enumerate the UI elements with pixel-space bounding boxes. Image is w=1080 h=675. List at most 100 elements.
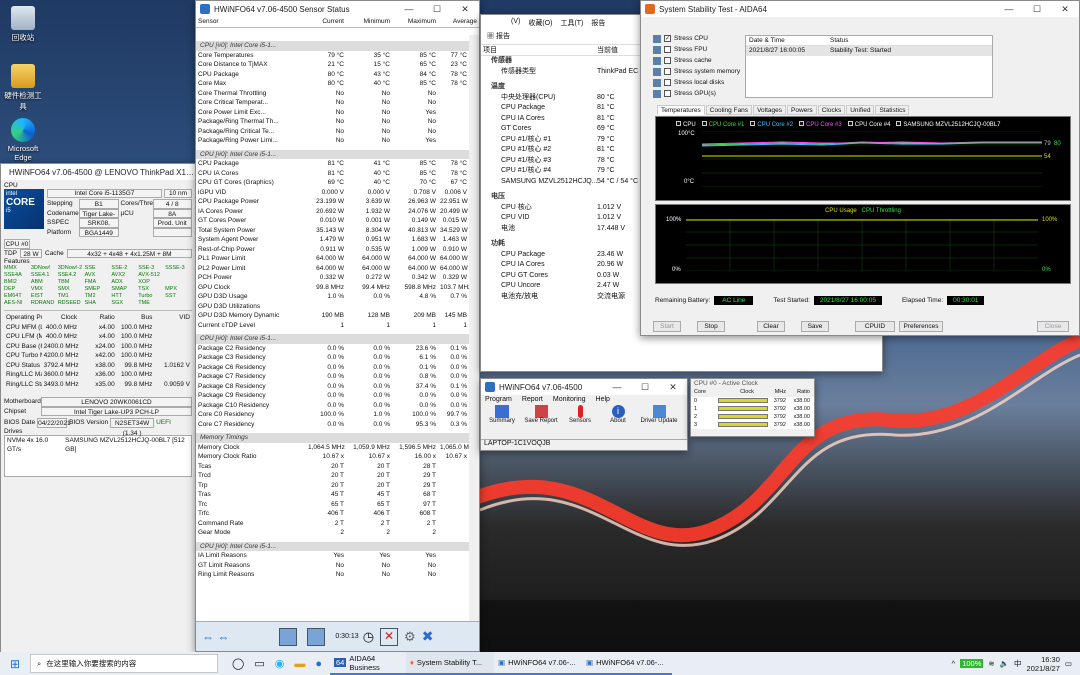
- sensor-row[interactable]: PCH Power 0.332 W 0.272 W 0.342 W 0.329 W: [196, 273, 469, 283]
- col-item[interactable]: 项目: [483, 45, 597, 55]
- maximize-button[interactable]: ☐: [1023, 4, 1051, 15]
- sensor-row[interactable]: CPU Package 80 °C 43 °C 84 °C 78 °C: [196, 70, 469, 80]
- cpuid-button[interactable]: CPUID: [855, 321, 895, 332]
- menu-tools[interactable]: 工具(T): [560, 18, 583, 27]
- legend-checkbox[interactable]: [701, 121, 707, 126]
- task-view-icon[interactable]: ◯: [232, 657, 244, 670]
- legend-checkbox[interactable]: [896, 121, 902, 126]
- graph-tab[interactable]: Clocks: [817, 105, 846, 115]
- network-icon[interactable]: [279, 627, 298, 646]
- sensor-row[interactable]: Package/Ring Thermal Th... No No No: [196, 117, 469, 127]
- sensor-row[interactable]: Trcd 20 T 20 T 29 T: [196, 471, 469, 481]
- graph-tab[interactable]: Statistics: [875, 105, 910, 115]
- sensor-row[interactable]: Package C2 Residency 0.0 % 0.0 % 23.6 % 0.1 …: [196, 344, 469, 354]
- sensor-row[interactable]: Core C7 Residency 0.0 % 0.0 % 95.3 % 0.3 %: [196, 420, 469, 430]
- sensor-row[interactable]: Gear Mode 2 2 2: [196, 528, 469, 538]
- sensor-row[interactable]: Package C6 Residency 0.0 % 0.0 % 0.1 % 0.0 %: [196, 363, 469, 373]
- taskbar-hwinfo-1[interactable]: ▣ HWiNFO64 v7.06-...: [493, 652, 582, 675]
- stress-option[interactable]: ✓ Stress CPU: [653, 33, 740, 44]
- col-average[interactable]: Average: [438, 17, 479, 27]
- explorer-icon[interactable]: ▬: [294, 658, 305, 670]
- sensor-row[interactable]: Package C3 Residency 0.0 % 0.0 % 6.1 % 0.0 %: [196, 353, 469, 363]
- sensor-row[interactable]: IA Limit Reasons Yes Yes Yes: [196, 551, 469, 561]
- sensor-row[interactable]: CPU Package 81 °C 41 °C 85 °C 78 °C: [196, 159, 469, 169]
- legend-checkbox[interactable]: [750, 121, 756, 126]
- sensor-titlebar[interactable]: HWiNFO64 v7.06-4500 Sensor Status — ☐ ✕: [196, 1, 479, 17]
- legend-item[interactable]: CPU: [676, 121, 696, 128]
- minimize-button[interactable]: —: [603, 382, 631, 392]
- taskbar-search[interactable]: ⌕ 在这里输入你要搜索的内容: [30, 654, 218, 673]
- sensor-row[interactable]: Tras 45 T 45 T 68 T: [196, 490, 469, 500]
- taskbar-clock[interactable]: 16:30 2021/8/27: [1027, 655, 1060, 673]
- clear-button[interactable]: Clear: [757, 321, 785, 332]
- sensor-row[interactable]: CPU IA Cores 81 °C 40 °C 85 °C 78 °C: [196, 169, 469, 179]
- stop-button[interactable]: Stop: [697, 321, 725, 332]
- about-button[interactable]: i About: [599, 405, 637, 424]
- log-col-status[interactable]: Status: [830, 36, 848, 45]
- sensor-row[interactable]: Package C10 Residency 0.0 % 0.0 % 0.0 % 0.0 …: [196, 401, 469, 411]
- sensor-row[interactable]: Ring Limit Reasons No No No: [196, 570, 469, 580]
- desktop-icon-hw-tool[interactable]: 硬件检测工具: [4, 64, 42, 112]
- menu-program[interactable]: Program: [485, 396, 512, 403]
- clock-icon[interactable]: ◷: [363, 629, 374, 645]
- stress-option[interactable]: Stress system memory: [653, 66, 740, 77]
- sensor-row[interactable]: Core C0 Residency 100.0 % 1.0 % 100.0 % 99.7…: [196, 410, 469, 420]
- sensor-row[interactable]: GT Cores Power 0.010 W 0.001 W 0.149 W 0.015…: [196, 216, 469, 226]
- hwinfo-main-titlebar[interactable]: HWiNFO64 v7.06-4500 @ LENOVO ThinkPad X1…: [1, 164, 195, 180]
- legend-checkbox[interactable]: [847, 121, 853, 126]
- sensor-row[interactable]: GPU D3D Memory Dynamic 190 MB 128 MB 209 MB…: [196, 311, 469, 321]
- checkbox[interactable]: [664, 90, 671, 97]
- graph-tab[interactable]: Unified: [846, 105, 875, 115]
- sensor-row[interactable]: CPU GT Cores (Graphics) 69 °C 40 °C 70 °C 67…: [196, 178, 469, 188]
- summary-button[interactable]: Summary: [483, 405, 521, 424]
- sensor-row[interactable]: Total System Power 35.143 W 8.304 W 40.813 …: [196, 226, 469, 236]
- sensor-row[interactable]: Package C9 Residency 0.0 % 0.0 % 0.0 % 0.0 %: [196, 391, 469, 401]
- settings-icon[interactable]: ⚙: [404, 629, 416, 645]
- sensor-list[interactable]: CPU [#0]: Intel Core i5-1... Core Tempera…: [196, 41, 469, 621]
- sensor-row[interactable]: Tcas 20 T 20 T 28 T: [196, 462, 469, 472]
- reset-icon[interactable]: ✕: [380, 627, 399, 646]
- sensor-group-row[interactable]: CPU [#0]: Intel Core i5-1...: [196, 149, 469, 159]
- lenovo-icon[interactable]: ●: [315, 658, 322, 670]
- stability-log[interactable]: Date & Time Status 2021/8/27 16:00:05 Stab…: [745, 35, 993, 98]
- hwinfo-small-titlebar[interactable]: HWiNFO64 v7.06-4500 — ☐ ✕: [481, 379, 687, 395]
- close-button[interactable]: ✕: [659, 382, 687, 393]
- sensor-row[interactable]: Package/Ring Critical Te... No No No: [196, 127, 469, 137]
- checkbox[interactable]: [664, 79, 671, 86]
- taskbar-stability[interactable]: ♦ System Stability T...: [405, 652, 494, 675]
- sensor-row[interactable]: PL2 Power Limit 64.000 W 64.000 W 64.000 W 6…: [196, 264, 469, 274]
- menu-favorites[interactable]: 收藏(O): [528, 18, 552, 27]
- sensor-row[interactable]: iGPU VID 0.000 V 0.000 V 0.708 V 0.006 V: [196, 188, 469, 198]
- taskbar-hwinfo-2[interactable]: ▣ HWiNFO64 v7.06-...: [581, 652, 672, 675]
- sensor-row[interactable]: Current cTDP Level 1 1 1 1: [196, 321, 469, 331]
- legend-checkbox[interactable]: [799, 121, 805, 126]
- notification-icon[interactable]: ▭: [1065, 659, 1072, 668]
- edge-taskbar-icon[interactable]: ◉: [275, 657, 285, 670]
- sensor-row[interactable]: GPU D3D Usage 1.0 % 0.0 % 4.8 % 0.7 %: [196, 292, 469, 302]
- active-clock-title[interactable]: CPU #0 - Active Clock: [691, 379, 814, 389]
- windows-start-icon[interactable]: ⊞: [0, 657, 30, 671]
- sensor-row[interactable]: Memory Clock 1,064.5 MHz 1,059.9 MHz 1,596.…: [196, 443, 469, 453]
- chevron-up-icon[interactable]: ^: [952, 659, 956, 668]
- sensor-row[interactable]: Core Distance to TjMAX 21 °C 15 °C 65 °C 23 …: [196, 60, 469, 70]
- checkbox[interactable]: [664, 57, 671, 64]
- col-value[interactable]: 当前值: [597, 45, 618, 55]
- graph-tab[interactable]: Powers: [787, 105, 817, 115]
- minimize-button[interactable]: —: [395, 4, 423, 14]
- desktop-icon-edge[interactable]: Microsoft Edge: [4, 118, 42, 162]
- checkbox[interactable]: [664, 46, 671, 53]
- taskbar-aida64[interactable]: 64 AIDA64 Business: [329, 652, 406, 675]
- maximize-button[interactable]: ☐: [423, 4, 451, 15]
- sensor-row[interactable]: Command Rate 2 T 2 T 2 T: [196, 519, 469, 529]
- sensor-row[interactable]: Package/Ring Power Limi... No No Yes: [196, 136, 469, 146]
- menu-report[interactable]: Report: [522, 396, 543, 403]
- legend-item[interactable]: CPU Core #1: [701, 121, 744, 128]
- close-dialog-button[interactable]: Close: [1037, 321, 1069, 332]
- sensor-scrollbar[interactable]: [469, 35, 479, 621]
- save-report-button[interactable]: Save Report: [521, 405, 561, 424]
- drive-list[interactable]: NVMe 4x 16.0 GT/s SAMSUNG MZVL2512HCJQ-00…: [4, 434, 192, 477]
- close-sensors-icon[interactable]: ✖: [422, 628, 434, 645]
- col-sensor[interactable]: Sensor: [196, 17, 306, 27]
- stability-titlebar[interactable]: System Stability Test - AIDA64 — ☐ ✕: [641, 1, 1079, 17]
- arrows-icon[interactable]: ⇔ ⇔: [202, 630, 229, 644]
